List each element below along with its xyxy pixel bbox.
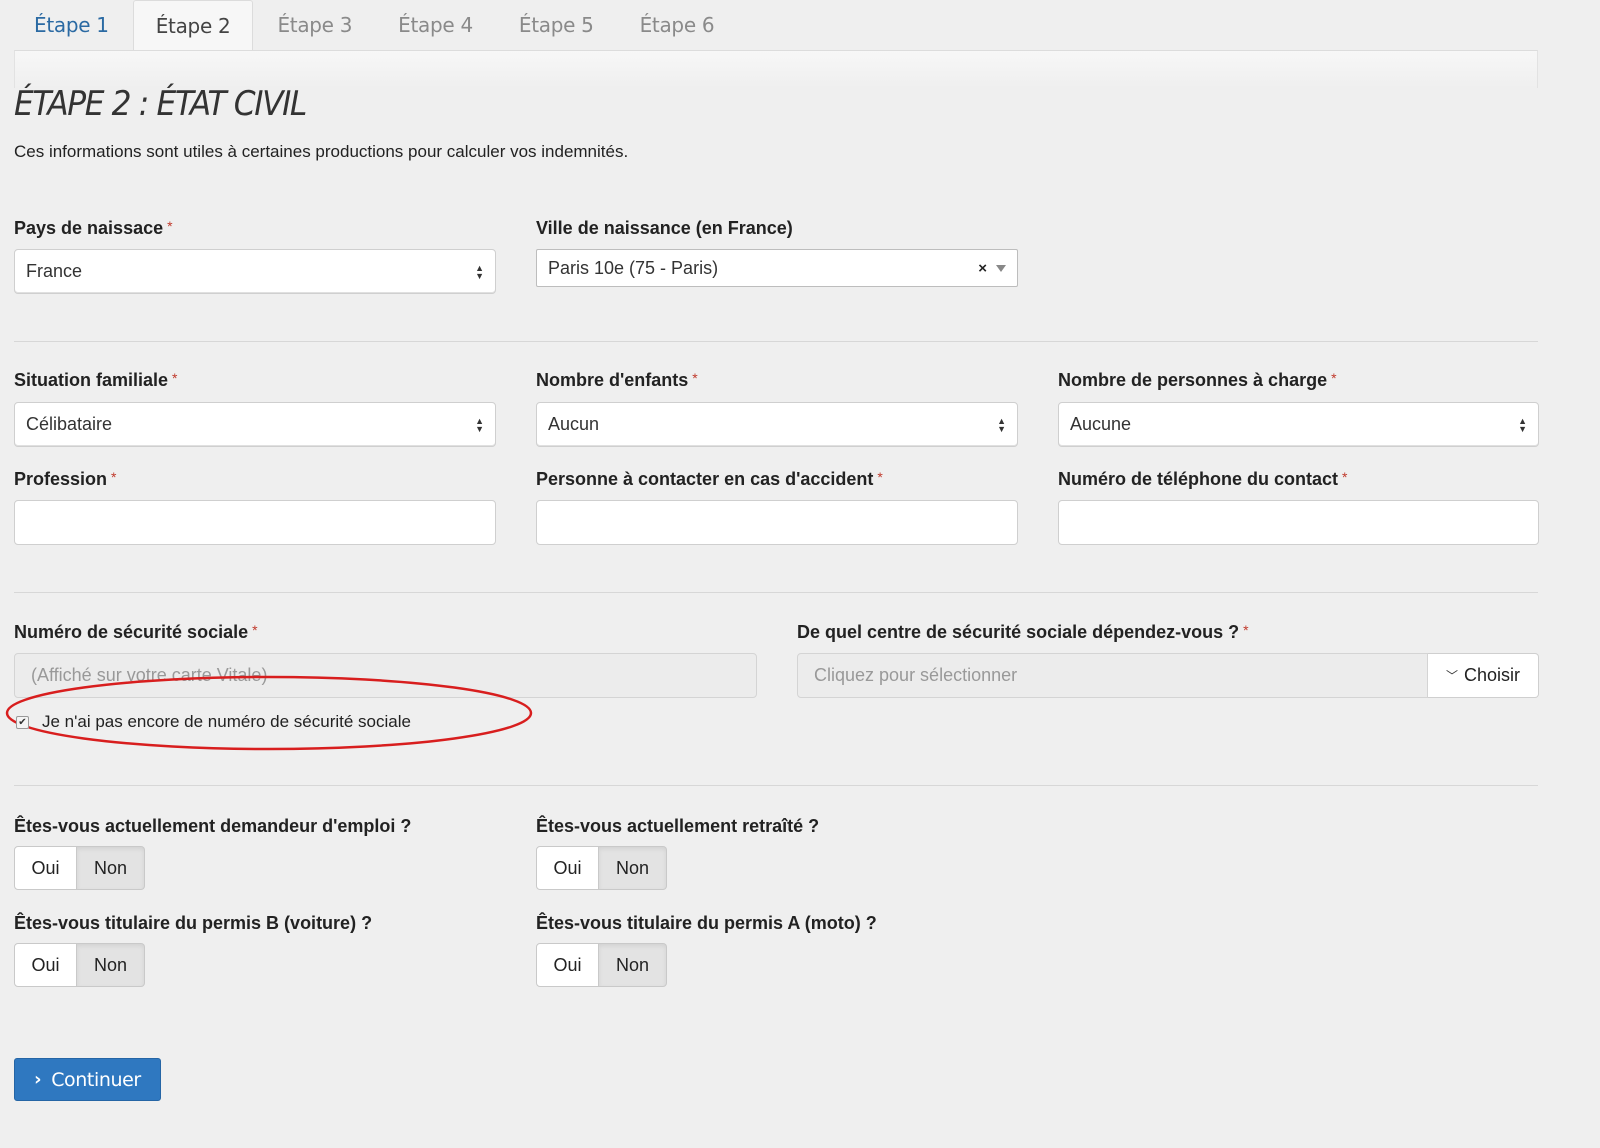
tab-etape-3[interactable]: Étape 3 xyxy=(255,0,374,50)
required-mark: * xyxy=(692,370,698,386)
select-arrows-icon: ▲ ▼ xyxy=(1518,415,1527,434)
birth-city-label: Ville de naissance (en France) xyxy=(536,218,793,238)
retired-question: Êtes-vous actuellement retraîté ? xyxy=(536,816,820,836)
dependents-count-select[interactable]: Aucune ▲ ▼ xyxy=(1058,402,1539,447)
license-a-question: Êtes-vous titulaire du permis A (moto) ? xyxy=(536,913,877,933)
required-mark: * xyxy=(252,622,258,638)
tab-etape-6[interactable]: Étape 6 xyxy=(618,0,737,50)
license-b-toggle: Oui Non xyxy=(14,943,145,987)
children-count-select[interactable]: Aucun ▲ ▼ xyxy=(536,402,1018,447)
page: Étape 1 Étape 2 Étape 3 Étape 4 Étape 5 … xyxy=(0,0,1600,1148)
family-situation-select[interactable]: Célibataire ▲ ▼ xyxy=(14,402,496,447)
profession-label: Profession * xyxy=(14,469,117,489)
birth-country-select[interactable]: France ▲ ▼ xyxy=(14,249,496,294)
select-arrows-icon: ▲ ▼ xyxy=(997,415,1006,434)
continue-button-label: Continuer xyxy=(51,1068,141,1091)
select-arrows-icon: ▲ ▼ xyxy=(475,262,484,281)
birth-country-value: France xyxy=(26,261,83,281)
choose-button[interactable]: ﹀ Choisir xyxy=(1428,653,1539,698)
divider xyxy=(14,592,1538,593)
tab-panel-header xyxy=(14,50,1538,88)
no-ssn-checkbox-row[interactable]: ✔ Je n'ai pas encore de numéro de sécuri… xyxy=(14,712,411,732)
chevron-down-icon: ﹀ xyxy=(1445,669,1458,683)
required-mark: * xyxy=(1331,370,1337,386)
license-b-question: Êtes-vous titulaire du permis B (voiture… xyxy=(14,913,373,933)
page-title: ÉTAPE 2 : ÉTAT CIVIL xyxy=(14,84,307,124)
license-a-yes-button[interactable]: Oui xyxy=(536,943,599,987)
children-count-label: Nombre d'enfants * xyxy=(536,370,698,390)
tab-etape-2[interactable]: Étape 2 xyxy=(132,0,254,50)
choose-button-label: Choisir xyxy=(1464,665,1521,685)
no-ssn-checkbox[interactable]: ✔ xyxy=(16,715,29,729)
tab-etape-5[interactable]: Étape 5 xyxy=(497,0,616,50)
emergency-contact-input[interactable] xyxy=(536,500,1018,545)
divider xyxy=(14,785,1538,786)
license-b-no-button[interactable]: Non xyxy=(77,943,145,987)
tab-etape-4[interactable]: Étape 4 xyxy=(376,0,495,50)
children-count-value: Aucun xyxy=(548,414,600,434)
license-a-toggle: Oui Non xyxy=(536,943,667,987)
no-ssn-label: Je n'ai pas encore de numéro de sécurité… xyxy=(42,712,411,731)
required-mark: * xyxy=(167,218,173,234)
dependents-count-label: Nombre de personnes à charge * xyxy=(1058,370,1337,390)
required-mark: * xyxy=(1342,469,1348,485)
ss-center-input[interactable]: Cliquez pour sélectionner xyxy=(797,653,1428,698)
retired-yes-button[interactable]: Oui xyxy=(536,846,599,890)
continue-button[interactable]: › Continuer xyxy=(14,1058,161,1101)
caret-down-icon xyxy=(996,264,1006,272)
retired-no-button[interactable]: Non xyxy=(599,846,667,890)
contact-phone-label: Numéro de téléphone du contact * xyxy=(1058,469,1348,489)
family-situation-value: Célibataire xyxy=(26,414,113,434)
step-tabs: Étape 1 Étape 2 Étape 3 Étape 4 Étape 5 … xyxy=(14,0,738,50)
required-mark: * xyxy=(1243,622,1249,638)
divider xyxy=(14,341,1538,342)
birth-city-select[interactable]: Paris 10e (75 - Paris) × xyxy=(536,249,1018,287)
required-mark: * xyxy=(172,370,178,386)
job-seeker-question: Êtes-vous actuellement demandeur d'emplo… xyxy=(14,816,412,836)
ss-center-label: De quel centre de sécurité sociale dépen… xyxy=(797,622,1249,642)
intro-text: Ces informations sont utiles à certaines… xyxy=(14,142,629,161)
chevron-right-icon: › xyxy=(34,1069,42,1090)
ss-center-picker: Cliquez pour sélectionner ﹀ Choisir xyxy=(797,653,1539,698)
retired-toggle: Oui Non xyxy=(536,846,667,890)
contact-phone-input[interactable] xyxy=(1058,500,1539,545)
required-mark: * xyxy=(111,469,117,485)
clear-icon[interactable]: × xyxy=(978,260,987,277)
license-a-no-button[interactable]: Non xyxy=(599,943,667,987)
birth-city-value: Paris 10e (75 - Paris) xyxy=(548,257,719,278)
job-seeker-no-button[interactable]: Non xyxy=(77,846,145,890)
family-situation-label: Situation familiale * xyxy=(14,370,178,390)
ssn-label: Numéro de sécurité sociale * xyxy=(14,622,258,642)
job-seeker-yes-button[interactable]: Oui xyxy=(14,846,77,890)
dependents-count-value: Aucune xyxy=(1070,414,1132,434)
ss-center-placeholder: Cliquez pour sélectionner xyxy=(814,665,1018,685)
select-arrows-icon: ▲ ▼ xyxy=(475,415,484,434)
tab-etape-1[interactable]: Étape 1 xyxy=(14,0,131,50)
job-seeker-toggle: Oui Non xyxy=(14,846,145,890)
profession-input[interactable] xyxy=(14,500,496,545)
required-mark: * xyxy=(877,469,883,485)
emergency-contact-label: Personne à contacter en cas d'accident * xyxy=(536,469,883,489)
birth-country-label: Pays de naissace * xyxy=(14,218,173,238)
license-b-yes-button[interactable]: Oui xyxy=(14,943,77,987)
